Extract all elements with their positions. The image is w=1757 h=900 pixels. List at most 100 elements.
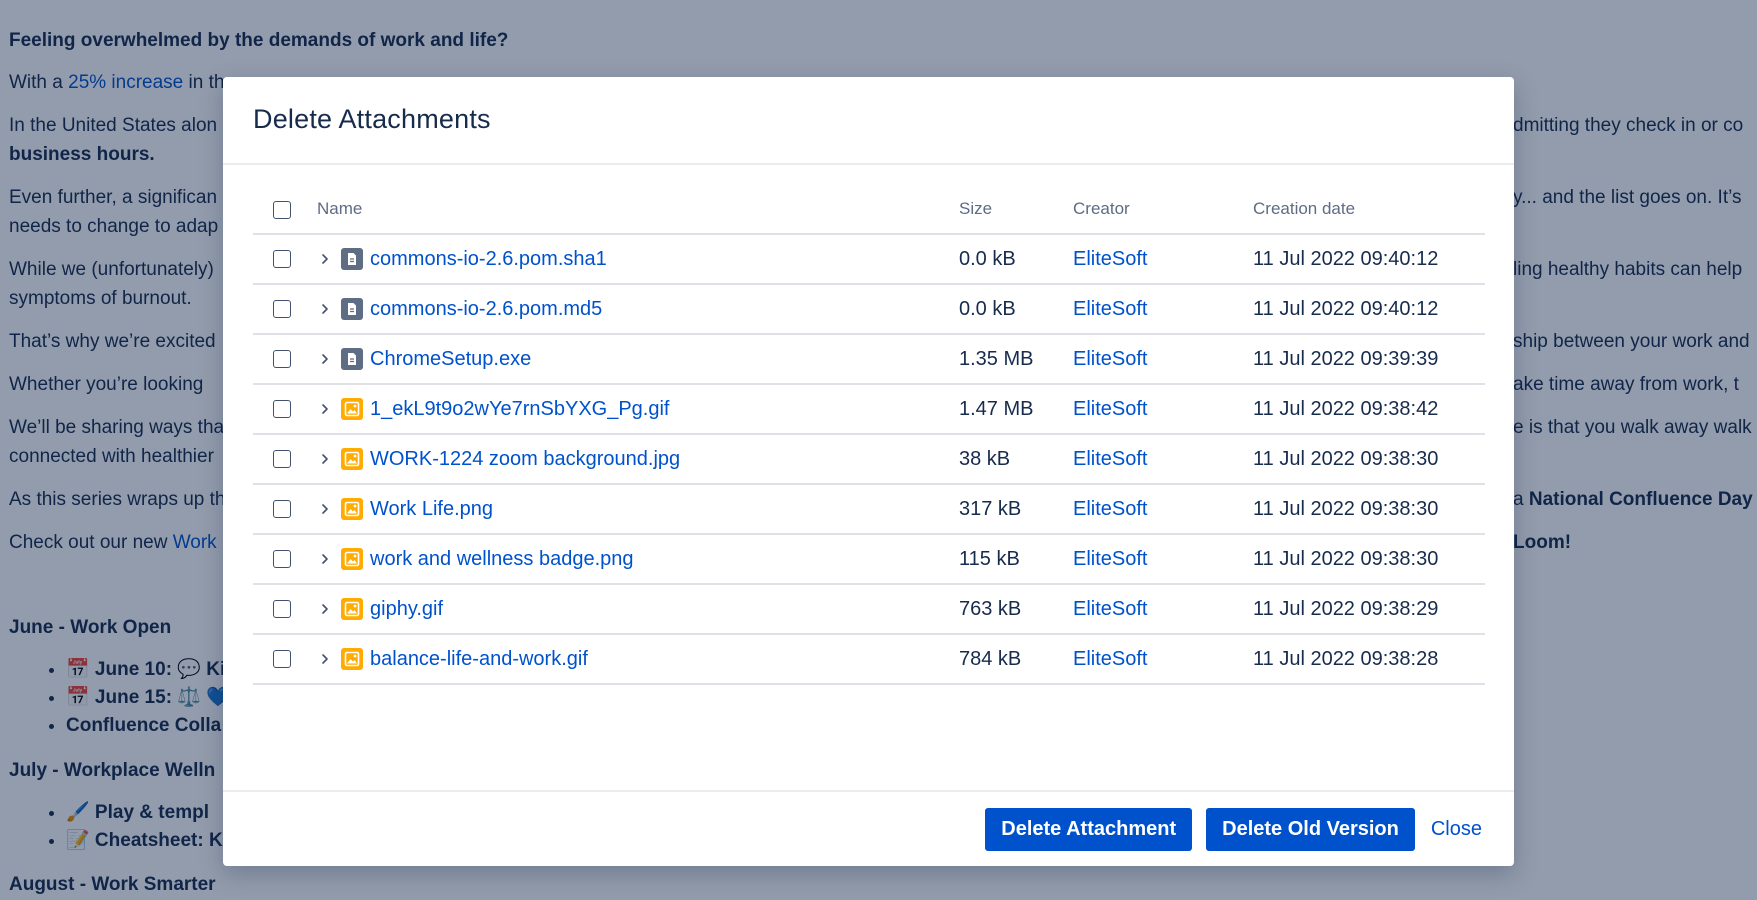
attachments-table-container: Name Size Creator Creation date commons-… <box>253 167 1485 685</box>
row-checkbox[interactable] <box>273 300 291 319</box>
document-icon <box>341 298 363 320</box>
table-row: balance-life-and-work.gif 784 kB EliteSo… <box>253 634 1485 684</box>
size-cell: 763 kB <box>959 597 1022 620</box>
column-header-date[interactable]: Creation date <box>1253 167 1485 235</box>
attachment-name-link[interactable]: commons-io-2.6.pom.sha1 <box>370 248 607 271</box>
row-checkbox[interactable] <box>273 400 291 419</box>
dialog-footer: Delete Attachment Delete Old Version Clo… <box>223 790 1514 866</box>
table-row: Work Life.png 317 kB EliteSoft 11 Jul 20… <box>253 484 1485 534</box>
attachment-name-link[interactable]: balance-life-and-work.gif <box>370 648 588 671</box>
close-button[interactable]: Close <box>1431 818 1482 841</box>
table-row: WORK-1224 zoom background.jpg 38 kB Elit… <box>253 434 1485 484</box>
image-icon <box>341 648 363 670</box>
attachment-name-link[interactable]: work and wellness badge.png <box>370 548 634 571</box>
table-row: ChromeSetup.exe 1.35 MB EliteSoft 11 Jul… <box>253 334 1485 384</box>
date-cell: 11 Jul 2022 09:40:12 <box>1253 297 1439 320</box>
chevron-right-icon[interactable] <box>318 402 332 416</box>
chevron-right-icon[interactable] <box>318 252 332 266</box>
size-cell: 1.47 MB <box>959 397 1034 420</box>
size-cell: 317 kB <box>959 497 1022 520</box>
table-row: commons-io-2.6.pom.sha1 0.0 kB EliteSoft… <box>253 234 1485 284</box>
chevron-right-icon[interactable] <box>318 352 332 366</box>
creator-cell: EliteSoft <box>1073 334 1253 384</box>
name-cell: giphy.gif <box>317 584 959 634</box>
row-select-cell <box>253 534 317 584</box>
delete-attachments-dialog: Delete Attachments Name Size Creator Cre… <box>223 77 1514 866</box>
chevron-right-icon[interactable] <box>318 502 332 516</box>
image-icon <box>341 498 363 520</box>
row-checkbox[interactable] <box>273 650 291 669</box>
delete-old-version-button[interactable]: Delete Old Version <box>1206 807 1415 851</box>
select-all-cell <box>253 167 317 235</box>
row-select-cell <box>253 334 317 384</box>
attachment-name-link[interactable]: WORK-1224 zoom background.jpg <box>370 448 680 471</box>
row-checkbox[interactable] <box>273 600 291 619</box>
image-icon <box>341 448 363 470</box>
column-header-creator[interactable]: Creator <box>1073 167 1253 235</box>
row-checkbox[interactable] <box>273 550 291 569</box>
table-header-row: Name Size Creator Creation date <box>253 167 1485 235</box>
attachment-name-link[interactable]: 1_ekL9t9o2wYe7rnSbYXG_Pg.gif <box>370 398 669 421</box>
creator-cell: EliteSoft <box>1073 384 1253 434</box>
creator-link[interactable]: EliteSoft <box>1073 398 1147 420</box>
date-cell: 11 Jul 2022 09:40:12 <box>1253 247 1439 270</box>
row-checkbox[interactable] <box>273 250 291 269</box>
size-cell: 0.0 kB <box>959 297 1016 320</box>
date-cell: 11 Jul 2022 09:38:30 <box>1253 547 1439 570</box>
creator-link[interactable]: EliteSoft <box>1073 348 1147 370</box>
delete-attachment-button[interactable]: Delete Attachment <box>985 807 1193 851</box>
date-cell: 11 Jul 2022 09:38:30 <box>1253 447 1439 470</box>
creator-link[interactable]: EliteSoft <box>1073 548 1147 570</box>
chevron-right-icon[interactable] <box>318 452 332 466</box>
column-header-name[interactable]: Name <box>317 167 959 235</box>
chevron-right-icon[interactable] <box>318 302 332 316</box>
row-select-cell <box>253 434 317 484</box>
creator-link[interactable]: EliteSoft <box>1073 498 1147 520</box>
creator-cell: EliteSoft <box>1073 284 1253 334</box>
creator-link[interactable]: EliteSoft <box>1073 598 1147 620</box>
table-row: giphy.gif 763 kB EliteSoft 11 Jul 2022 0… <box>253 584 1485 634</box>
attachment-name-link[interactable]: giphy.gif <box>370 598 443 621</box>
table-row: 1_ekL9t9o2wYe7rnSbYXG_Pg.gif 1.47 MB Eli… <box>253 384 1485 434</box>
image-icon <box>341 398 363 420</box>
name-cell: work and wellness badge.png <box>317 534 959 584</box>
creator-link[interactable]: EliteSoft <box>1073 648 1147 670</box>
name-cell: balance-life-and-work.gif <box>317 634 959 684</box>
name-cell: ChromeSetup.exe <box>317 334 959 384</box>
size-cell: 38 kB <box>959 447 1011 470</box>
creator-cell: EliteSoft <box>1073 584 1253 634</box>
row-select-cell <box>253 634 317 684</box>
row-select-cell <box>253 384 317 434</box>
creator-link[interactable]: EliteSoft <box>1073 248 1147 270</box>
creator-link[interactable]: EliteSoft <box>1073 298 1147 320</box>
creator-cell: EliteSoft <box>1073 434 1253 484</box>
chevron-right-icon[interactable] <box>318 652 332 666</box>
table-row: commons-io-2.6.pom.md5 0.0 kB EliteSoft … <box>253 284 1485 334</box>
row-select-cell <box>253 234 317 284</box>
name-cell: commons-io-2.6.pom.sha1 <box>317 234 959 284</box>
document-icon <box>341 248 363 270</box>
attachment-name-link[interactable]: commons-io-2.6.pom.md5 <box>370 298 602 321</box>
name-cell: Work Life.png <box>317 484 959 534</box>
size-cell: 1.35 MB <box>959 347 1034 370</box>
attachment-name-link[interactable]: Work Life.png <box>370 498 493 521</box>
creator-cell: EliteSoft <box>1073 234 1253 284</box>
attachment-name-link[interactable]: ChromeSetup.exe <box>370 348 531 371</box>
dialog-title: Delete Attachments <box>253 104 491 134</box>
size-cell: 784 kB <box>959 647 1022 670</box>
image-icon <box>341 548 363 570</box>
column-header-size[interactable]: Size <box>959 167 1073 235</box>
creator-link[interactable]: EliteSoft <box>1073 448 1147 470</box>
date-cell: 11 Jul 2022 09:38:30 <box>1253 497 1439 520</box>
row-checkbox[interactable] <box>273 350 291 369</box>
row-checkbox[interactable] <box>273 450 291 469</box>
name-cell: WORK-1224 zoom background.jpg <box>317 434 959 484</box>
date-cell: 11 Jul 2022 09:38:29 <box>1253 597 1439 620</box>
creator-cell: EliteSoft <box>1073 634 1253 684</box>
chevron-right-icon[interactable] <box>318 552 332 566</box>
chevron-right-icon[interactable] <box>318 602 332 616</box>
date-cell: 11 Jul 2022 09:38:42 <box>1253 397 1439 420</box>
row-checkbox[interactable] <box>273 500 291 519</box>
select-all-checkbox[interactable] <box>273 200 291 219</box>
size-cell: 115 kB <box>959 547 1020 570</box>
